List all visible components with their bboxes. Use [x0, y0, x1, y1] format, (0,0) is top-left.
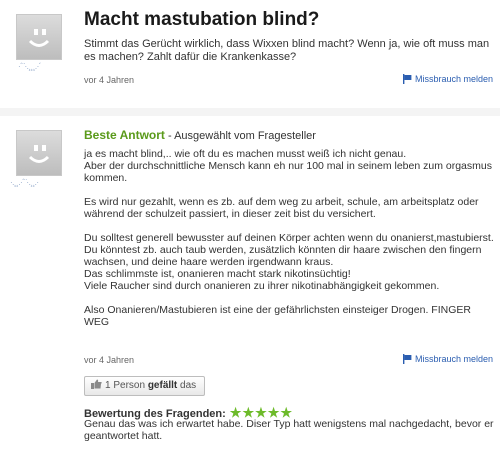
report-abuse-label: Missbrauch melden: [415, 354, 494, 364]
flag-icon: [403, 354, 412, 364]
username[interactable]: ·´¨·.¸¸¸.·´: [18, 62, 41, 71]
answer-header: Beste Antwort - Ausgewählt vom Fragestel…: [84, 128, 316, 142]
report-abuse-link[interactable]: Missbrauch melden: [402, 74, 493, 84]
answer-paragraph: ja es macht blind,.. wie oft du es mache…: [84, 148, 492, 184]
report-abuse-label: Missbrauch melden: [415, 74, 494, 84]
smiley-icon: [28, 145, 50, 163]
answer-body: ja es macht blind,.. wie oft du es mache…: [84, 148, 494, 340]
answer-paragraph: Also Onanieren/Mastubieren ist eine der …: [84, 304, 471, 328]
question-panel: ·´¨·.¸¸¸.·´ Macht mastubation blind? Sti…: [0, 0, 500, 108]
rating-comment: Genau das was ich erwartet habe. Diser T…: [84, 418, 494, 442]
report-abuse-link[interactable]: Missbrauch melden: [402, 354, 493, 364]
question-timestamp: vor 4 Jahren: [84, 75, 135, 85]
question-text: Stimmt das Gerücht wirklich, dass Wixxen…: [84, 38, 490, 63]
selected-by-asker: - Ausgewählt vom Fragesteller: [164, 130, 316, 142]
flag-icon: [403, 74, 412, 84]
like-suffix: das: [177, 380, 197, 391]
answer-timestamp: vor 4 Jahren: [84, 355, 135, 365]
question-title: Macht mastubation blind?: [84, 9, 320, 30]
thumbs-up-icon: [91, 379, 102, 389]
answerer-avatar[interactable]: [16, 130, 62, 176]
best-answer-label: Beste Antwort: [84, 128, 165, 142]
answerer-username[interactable]: ·.¸¸.·´¨·.¸¸.·: [10, 178, 39, 187]
smiley-icon: [28, 29, 50, 47]
answer-paragraph: Du solltest generell bewusster auf deine…: [84, 232, 494, 292]
like-verb: gefällt: [147, 380, 178, 391]
like-button[interactable]: 1 Person gefällt das: [84, 376, 206, 396]
like-count-text: 1 Person: [105, 380, 148, 391]
answer-paragraph: Es wird nur gezahlt, wenn es zb. auf dem…: [84, 196, 479, 220]
avatar[interactable]: [16, 14, 62, 60]
